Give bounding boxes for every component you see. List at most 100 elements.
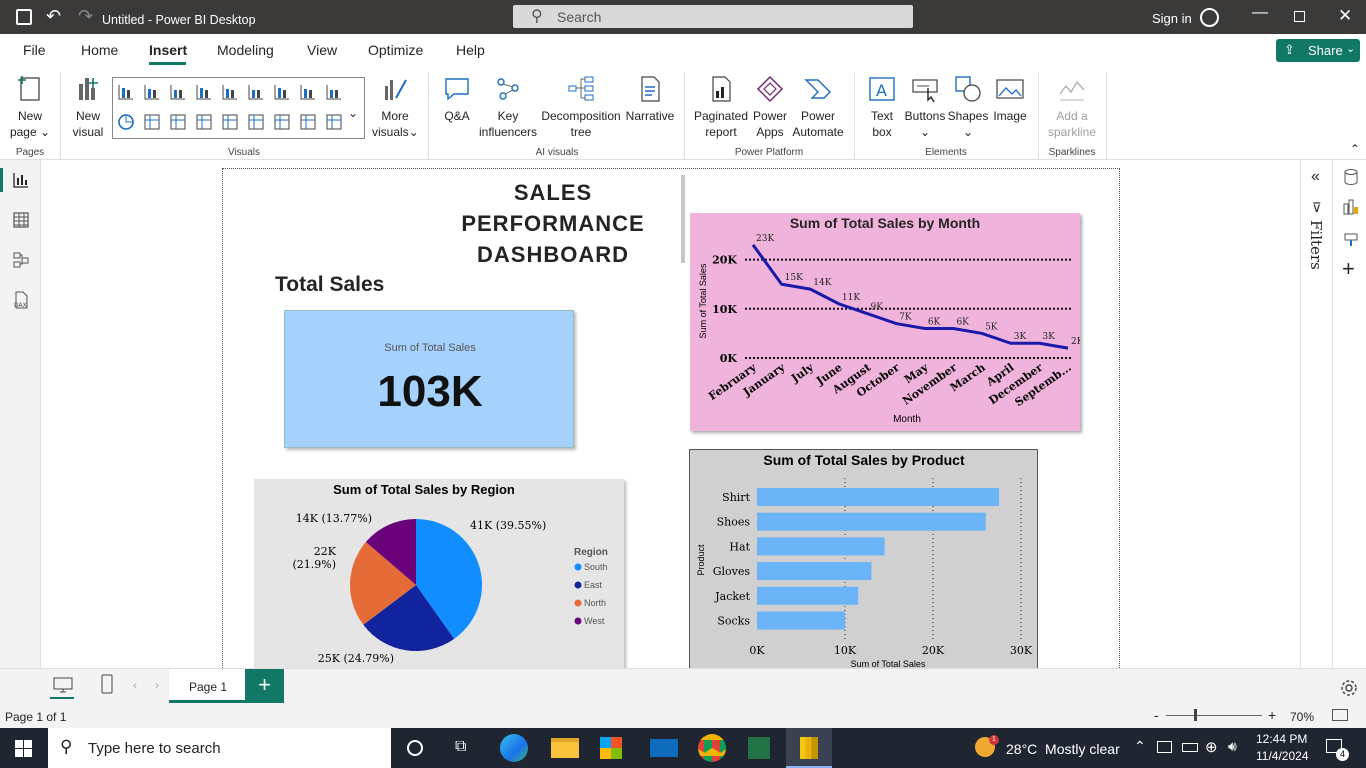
tray-app-icon[interactable] <box>1157 741 1172 753</box>
volume-icon[interactable]: 🔊︎ <box>1228 738 1237 755</box>
data-pane-icon[interactable] <box>1342 168 1360 186</box>
matrix-icon[interactable] <box>324 112 344 132</box>
shapes-button[interactable]: Shapes ⌄ <box>946 74 990 140</box>
gauge-icon[interactable] <box>194 112 214 132</box>
menu-optimize[interactable]: Optimize <box>368 42 423 58</box>
clock-date[interactable]: 11/4/2024 <box>1256 749 1309 763</box>
menu-home[interactable]: Home <box>81 42 118 58</box>
page-tab-1[interactable]: Page 1 <box>169 669 245 703</box>
paginated-report-button[interactable]: Paginated report <box>692 74 750 140</box>
avatar-icon[interactable] <box>1200 8 1219 27</box>
cortana-icon[interactable] <box>407 740 423 756</box>
collapse-ribbon-icon[interactable]: ⌃ <box>1350 142 1360 156</box>
file-explorer-icon[interactable] <box>551 738 579 758</box>
previous-page-icon[interactable]: ‹ <box>133 678 137 692</box>
filters-pane-collapsed[interactable]: « ⊽ Filters <box>1300 160 1333 668</box>
pie-chart-icon[interactable] <box>116 112 136 132</box>
donut-chart-icon[interactable] <box>142 112 162 132</box>
gallery-scroll[interactable]: ⌄ <box>348 106 358 120</box>
report-page[interactable]: SALES PERFORMANCE DASHBOARD Total Sales … <box>222 168 1120 668</box>
qa-button[interactable]: Q&A <box>438 74 476 124</box>
pie-chart-visual[interactable]: Sum of Total Sales by Region 41K (39.55%)… <box>254 479 624 668</box>
title-scrollbar[interactable] <box>681 175 685 263</box>
clustered-column-chart-icon[interactable] <box>194 82 214 102</box>
menu-modeling[interactable]: Modeling <box>217 42 274 58</box>
visualizations-pane-icon[interactable] <box>1342 198 1360 216</box>
menu-help[interactable]: Help <box>456 42 485 58</box>
key-influencers-button[interactable]: Key influencers <box>478 74 538 140</box>
text-box-button[interactable]: A Text box <box>862 74 902 140</box>
card-icon[interactable] <box>246 112 266 132</box>
fit-to-page-icon[interactable] <box>1332 709 1348 721</box>
share-button[interactable]: ⇪ Share ⌄ <box>1276 39 1360 62</box>
format-pane-icon[interactable] <box>1342 230 1360 248</box>
filters-label[interactable]: Filters <box>1307 220 1325 270</box>
windows-start-icon[interactable] <box>15 740 32 757</box>
network-icon[interactable]: ⊕ <box>1205 738 1218 756</box>
mail-icon[interactable] <box>650 739 678 757</box>
total-sales-card[interactable]: Sum of Total Sales 103K <box>284 310 574 448</box>
table-icon[interactable] <box>298 112 318 132</box>
zoom-in-button[interactable]: + <box>1268 707 1276 723</box>
menu-file[interactable]: File <box>23 42 46 58</box>
battery-icon[interactable] <box>1182 743 1198 752</box>
ribbon-chart-icon[interactable] <box>324 82 344 102</box>
menu-view[interactable]: View <box>307 42 337 58</box>
menu-insert[interactable]: Insert <box>149 42 187 58</box>
expand-pane-icon[interactable]: « <box>1311 168 1320 186</box>
power-automate-button[interactable]: Power Automate <box>792 74 844 140</box>
decomposition-tree-button[interactable]: Decomposition tree <box>540 74 622 140</box>
power-apps-button[interactable]: Power Apps <box>750 74 790 140</box>
powerbi-taskbar-button[interactable] <box>786 728 832 768</box>
narrative-button[interactable]: Narrative <box>624 74 676 124</box>
next-page-icon[interactable]: › <box>155 678 159 692</box>
weather-text[interactable]: 28°C Mostly clear <box>1006 741 1120 757</box>
search-box[interactable]: ⚲ Search <box>513 5 913 28</box>
zoom-slider[interactable] <box>1166 715 1262 716</box>
mobile-layout-icon[interactable] <box>100 674 114 694</box>
line-chart-visual[interactable]: Sum of Total Sales by Month 0K 10K 20K 23K Fe… <box>690 213 1084 431</box>
show-hidden-icons[interactable]: ⌃ <box>1134 738 1146 755</box>
add-sparkline-button[interactable]: Add a sparkline <box>1044 74 1100 140</box>
taskbar-search-box[interactable]: ⚲ Type here to search <box>48 728 391 768</box>
excel-icon[interactable] <box>748 737 770 759</box>
stacked-column-chart-icon[interactable] <box>142 82 162 102</box>
desktop-layout-icon[interactable] <box>53 676 73 694</box>
zoom-slider-thumb[interactable] <box>1194 709 1197 721</box>
report-view-icon[interactable] <box>12 171 30 189</box>
settings-icon[interactable] <box>1339 678 1359 698</box>
image-button[interactable]: Image <box>988 74 1032 124</box>
area-chart-icon[interactable] <box>298 82 318 102</box>
clustered-bar-chart-icon[interactable] <box>168 82 188 102</box>
clock-time[interactable]: 12:44 PM <box>1256 732 1307 746</box>
undo-icon[interactable]: ↶ <box>46 6 61 27</box>
redo-icon[interactable]: ↷ <box>78 6 93 27</box>
zoom-out-button[interactable]: - <box>1154 707 1159 723</box>
stacked-bar-chart-icon[interactable] <box>116 82 136 102</box>
close-button[interactable]: ✕ <box>1338 6 1352 26</box>
multi-row-card-icon[interactable] <box>272 112 292 132</box>
zoom-level[interactable]: 70% <box>1290 710 1314 724</box>
maximize-button[interactable] <box>1294 11 1305 22</box>
model-view-icon[interactable] <box>12 251 30 269</box>
treemap-icon[interactable] <box>168 112 188 132</box>
100-bar-chart-icon[interactable] <box>220 82 240 102</box>
add-pane-icon[interactable]: + <box>1342 256 1355 282</box>
save-icon[interactable] <box>16 9 32 25</box>
buttons-button[interactable]: Buttons ⌄ <box>902 74 948 140</box>
minimize-button[interactable]: — <box>1252 4 1268 22</box>
map-icon[interactable] <box>220 112 240 132</box>
more-visuals-button[interactable]: More visuals⌄ <box>372 74 419 140</box>
line-chart-icon[interactable] <box>272 82 292 102</box>
add-page-button[interactable]: + <box>245 669 284 703</box>
edge-icon[interactable] <box>500 734 528 762</box>
sign-in-link[interactable]: Sign in <box>1152 11 1192 26</box>
microsoft-store-icon[interactable] <box>600 737 622 759</box>
dax-query-view-icon[interactable]: DAX <box>12 291 30 309</box>
bar-chart-visual[interactable]: Sum of Total Sales by Product 0K 10K 20K 30K… <box>689 449 1038 668</box>
table-view-icon[interactable] <box>12 211 30 229</box>
new-page-button[interactable]: New page ⌄ <box>8 74 52 140</box>
100-column-chart-icon[interactable] <box>246 82 266 102</box>
chrome-icon[interactable] <box>698 734 726 762</box>
new-visual-button[interactable]: New visual <box>66 74 110 140</box>
